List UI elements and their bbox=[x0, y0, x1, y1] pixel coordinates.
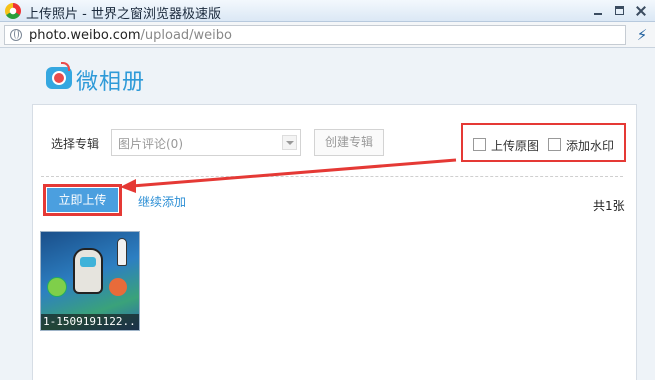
url-text: photo.weibo.com/upload/weibo bbox=[29, 28, 232, 43]
upload-original-checkbox[interactable] bbox=[473, 138, 486, 151]
photo-filename: 1-1509191122.. bbox=[41, 314, 139, 330]
continue-add-link[interactable]: 继续添加 bbox=[138, 193, 186, 210]
address-bar: photo.weibo.com/upload/weibo ⚡︎ bbox=[0, 22, 655, 48]
add-watermark-label[interactable]: 添加水印 bbox=[566, 137, 614, 154]
minimize-icon[interactable] bbox=[590, 4, 606, 18]
thumbnail-art bbox=[117, 238, 127, 266]
upload-panel: 选择专辑 图片评论(0) 创建专辑 上传原图 添加水印 立即上传 继续添加 共1… bbox=[32, 104, 637, 380]
lightning-icon[interactable]: ⚡︎ bbox=[634, 25, 650, 45]
album-select[interactable]: 图片评论(0) bbox=[111, 129, 301, 156]
thumbnail-art bbox=[73, 248, 103, 294]
window-title: 上传照片 - 世界之窗浏览器极速版 bbox=[26, 7, 221, 22]
address-input[interactable]: photo.weibo.com/upload/weibo bbox=[4, 25, 626, 45]
globe-icon bbox=[10, 29, 22, 41]
photo-thumbnail[interactable]: 1-1509191122.. bbox=[40, 231, 140, 331]
photo-count: 共1张 bbox=[593, 199, 625, 213]
thumbnail-art bbox=[47, 277, 67, 297]
album-label: 选择专辑 bbox=[51, 137, 100, 151]
maximize-icon[interactable] bbox=[612, 4, 628, 18]
browser-logo-icon bbox=[5, 3, 21, 19]
url-path: /upload/weibo bbox=[140, 28, 232, 43]
upload-highlight-box: 立即上传 bbox=[43, 184, 122, 216]
logo-text: 微相册 bbox=[76, 70, 146, 95]
url-domain: photo.weibo.com bbox=[29, 28, 141, 43]
divider bbox=[41, 176, 623, 177]
thumbnail-art bbox=[109, 278, 127, 296]
create-album-button[interactable]: 创建专辑 bbox=[314, 129, 384, 156]
upload-now-button[interactable]: 立即上传 bbox=[47, 188, 118, 212]
page-content: 微相册 选择专辑 图片评论(0) 创建专辑 上传原图 添加水印 立即上传 继续添… bbox=[0, 48, 655, 380]
options-highlight-box: 上传原图 添加水印 bbox=[461, 123, 626, 162]
camera-logo-icon bbox=[46, 62, 72, 89]
chevron-down-icon[interactable] bbox=[282, 135, 297, 150]
album-select-value: 图片评论(0) bbox=[118, 137, 183, 151]
title-bar: 上传照片 - 世界之窗浏览器极速版 bbox=[0, 0, 655, 22]
close-icon[interactable] bbox=[633, 4, 649, 18]
upload-original-label[interactable]: 上传原图 bbox=[491, 137, 539, 154]
add-watermark-checkbox[interactable] bbox=[548, 138, 561, 151]
